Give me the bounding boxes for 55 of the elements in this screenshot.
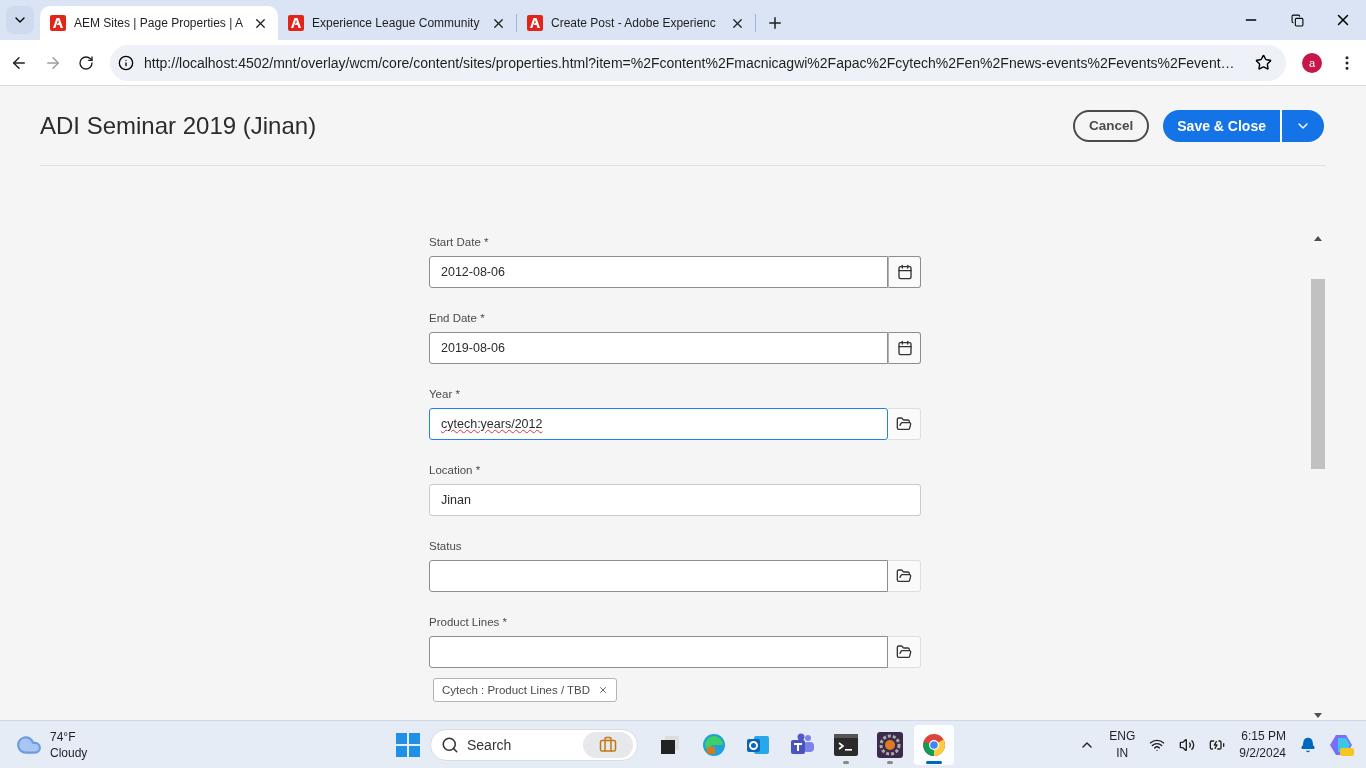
date-field[interactable]: 2019-08-06 <box>429 332 888 364</box>
field-label: Year * <box>429 388 461 400</box>
save-close-button[interactable]: Save & Close <box>1163 109 1280 142</box>
tag-field[interactable] <box>429 560 888 592</box>
notification-icon[interactable] <box>1300 736 1316 753</box>
windows-start-icon[interactable] <box>396 732 420 757</box>
scroll-up-icon[interactable] <box>1314 236 1322 241</box>
field-label: Product Lines * <box>429 616 508 628</box>
assistant-app-icon[interactable] <box>1330 732 1354 757</box>
language-indicator[interactable]: ENG IN <box>1109 727 1136 762</box>
adobe-logo-icon <box>50 15 66 31</box>
adobe-logo-icon <box>527 15 543 31</box>
browser-swirl-icon[interactable] <box>702 732 726 757</box>
browser-tab[interactable]: AEM Sites | Page Properties | A <box>40 6 278 40</box>
save-menu-button[interactable] <box>1280 109 1324 142</box>
address-bar[interactable]: http://localhost:4502/mnt/overlay/wcm/core/content/sites/properties.html?item=%2Fcontent%2Fmacnicagwi%2Fapac%2Fcytech%2Fen%2Fnews-events%2Fevents%2Fevent… <box>110 44 1286 81</box>
browser-tab[interactable]: Create Post - Adobe Experienc <box>517 6 755 40</box>
field-label: Location * <box>429 464 482 476</box>
text-field[interactable]: Jinan <box>429 484 921 516</box>
page-title: ADI Seminar 2019 (Jinan) <box>40 111 318 140</box>
adobe-logo-icon <box>288 15 304 31</box>
reload-icon[interactable] <box>78 54 94 71</box>
field-label: Status <box>429 540 463 552</box>
weather-condition: Cloudy <box>50 744 88 761</box>
chrome-icon[interactable] <box>922 732 946 757</box>
taskbar-search[interactable]: Search <box>430 728 638 761</box>
calendar-icon[interactable] <box>888 256 921 288</box>
star-icon[interactable] <box>1255 54 1272 71</box>
terminal-icon[interactable] <box>834 733 858 756</box>
scroll-down-icon[interactable] <box>1314 713 1322 718</box>
browser-tab[interactable]: Experience League Community <box>278 6 516 40</box>
info-icon[interactable] <box>118 54 134 71</box>
remove-icon[interactable] <box>598 685 609 695</box>
date-field[interactable]: 2012-08-06 <box>429 256 888 288</box>
tab-list-button[interactable] <box>6 6 34 34</box>
field-label: End Date * <box>429 312 486 324</box>
folder-icon[interactable] <box>888 636 921 668</box>
tag-field[interactable] <box>429 636 888 668</box>
folder-icon[interactable] <box>888 560 921 592</box>
volume-icon[interactable] <box>1179 736 1196 753</box>
chat-app-icon[interactable] <box>789 732 815 757</box>
field-label: Start Date * <box>429 236 490 248</box>
folder-icon[interactable] <box>888 408 921 440</box>
profile-avatar[interactable]: a <box>1302 52 1322 73</box>
cancel-button[interactable]: Cancel <box>1073 109 1150 142</box>
tag-chip: Cytech : Product Lines / TBD <box>433 678 618 702</box>
calendar-icon[interactable] <box>888 332 921 364</box>
temperature: 74°F <box>50 728 77 745</box>
new-tab-icon[interactable] <box>766 14 784 32</box>
clock[interactable]: 6:15 PM 9/2/2024 <box>1239 727 1286 762</box>
tag-field[interactable]: cytech:years/2012 <box>429 408 888 440</box>
briefcase-icon[interactable] <box>583 731 633 758</box>
search-icon[interactable] <box>441 735 459 754</box>
gear-app-icon[interactable] <box>877 731 903 758</box>
task-view-icon[interactable] <box>660 734 680 755</box>
